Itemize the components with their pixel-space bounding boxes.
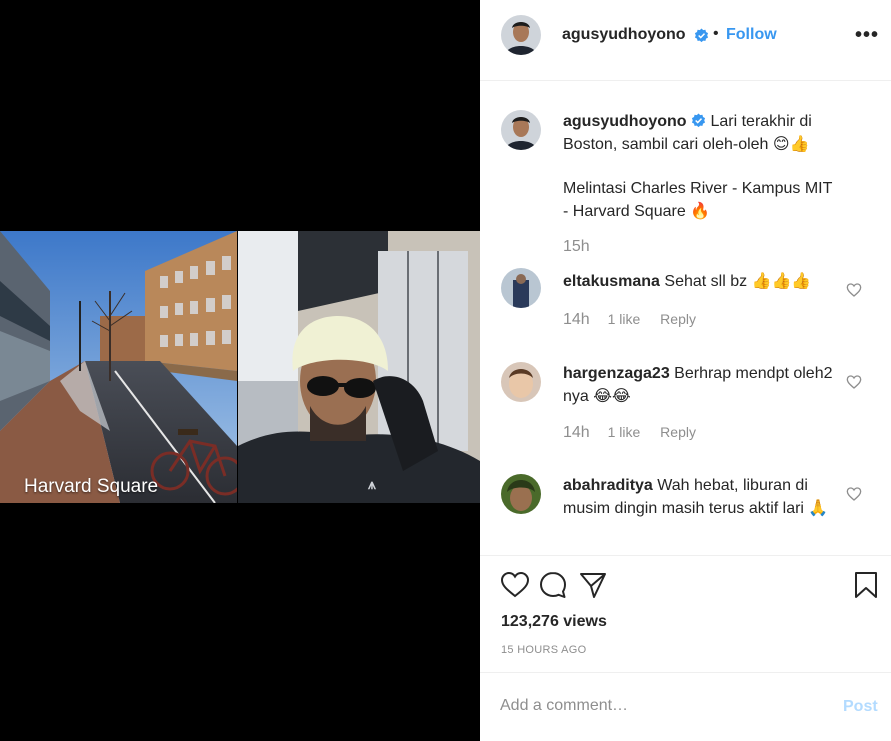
selfie-scene-image: ⩚ <box>238 231 480 503</box>
comment-body: Sehat sll bz <box>664 273 748 290</box>
comment-meta: 14h 1 like Reply <box>563 311 696 329</box>
more-options-icon[interactable]: ••• <box>855 24 879 47</box>
reply-button[interactable]: Reply <box>660 311 696 327</box>
comment-text: hargenzaga23 Berhrap mendpt oleh2 nya 😂😂 <box>563 363 838 408</box>
video-caption: Harvard Square <box>24 476 159 497</box>
save-bookmark-icon[interactable] <box>851 570 881 600</box>
post-media[interactable]: ⩚ Harvard Square <box>0 0 480 741</box>
header-separator: • <box>713 25 719 42</box>
post-side-panel: agusyudhoyono • Follow ••• agusyudhoyono… <box>480 0 891 741</box>
share-direct-icon[interactable] <box>578 570 608 600</box>
like-heart-icon[interactable] <box>500 570 530 600</box>
post-timestamp[interactable]: 15 HOURS AGO <box>501 644 587 656</box>
comment-bubble-icon[interactable] <box>538 570 568 600</box>
like-comment-heart-icon[interactable] <box>846 282 862 298</box>
comment-username[interactable]: hargenzaga23 <box>563 365 670 382</box>
view-count[interactable]: 123,276 views <box>501 613 607 631</box>
follow-button[interactable]: Follow <box>726 26 777 44</box>
caption-emoji-fire: 🔥 <box>690 201 711 220</box>
comment-time[interactable]: 14h <box>563 424 590 441</box>
author-username[interactable]: agusyudhoyono <box>562 26 686 44</box>
comment-likes[interactable]: 1 like <box>608 311 641 327</box>
caption-time[interactable]: 15h <box>563 238 590 255</box>
comment-emoji: 👍👍👍 <box>751 271 812 290</box>
verified-badge-icon <box>694 28 709 43</box>
comment-text: abahraditya Wah hebat, liburan di musim … <box>563 475 838 520</box>
post-caption: agusyudhoyono Lari terakhir di Boston, s… <box>563 111 838 223</box>
comments-list[interactable]: agusyudhoyono Lari terakhir di Boston, s… <box>480 81 891 555</box>
caption-author-avatar[interactable] <box>501 110 541 150</box>
comment-time[interactable]: 14h <box>563 311 590 328</box>
comment-emoji: 🙏 <box>808 498 829 517</box>
verified-badge-icon <box>691 113 706 128</box>
comment-username[interactable]: abahraditya <box>563 477 653 494</box>
comment-username[interactable]: eltakusmana <box>563 273 660 290</box>
caption-emoji-smile-thumbs: 😊👍 <box>772 134 810 153</box>
comment-avatar[interactable] <box>501 362 541 402</box>
like-comment-heart-icon[interactable] <box>846 374 862 390</box>
street-scene-image <box>0 231 237 503</box>
comment-input[interactable] <box>500 693 820 719</box>
svg-text:⩚: ⩚ <box>367 476 377 492</box>
author-avatar[interactable] <box>501 15 541 55</box>
comment-likes[interactable]: 1 like <box>608 424 641 440</box>
post-header: agusyudhoyono • Follow ••• <box>480 0 891 81</box>
comment-avatar[interactable] <box>501 474 541 514</box>
post-actions: 123,276 views 15 HOURS AGO Post <box>480 555 891 741</box>
like-comment-heart-icon[interactable] <box>846 486 862 502</box>
comment-emoji: 😂😂 <box>593 386 631 405</box>
video-player[interactable]: ⩚ Harvard Square <box>0 231 480 503</box>
reply-button[interactable]: Reply <box>660 424 696 440</box>
add-comment-bar: Post <box>480 672 891 741</box>
comment-avatar[interactable] <box>501 268 541 308</box>
caption-username[interactable]: agusyudhoyono <box>563 113 687 130</box>
comment-text: eltakusmana Sehat sll bz 👍👍👍 <box>563 270 838 293</box>
comment-meta: 14h 1 like Reply <box>563 424 696 442</box>
post-comment-button[interactable]: Post <box>843 698 878 716</box>
caption-meta: 15h <box>563 238 590 256</box>
